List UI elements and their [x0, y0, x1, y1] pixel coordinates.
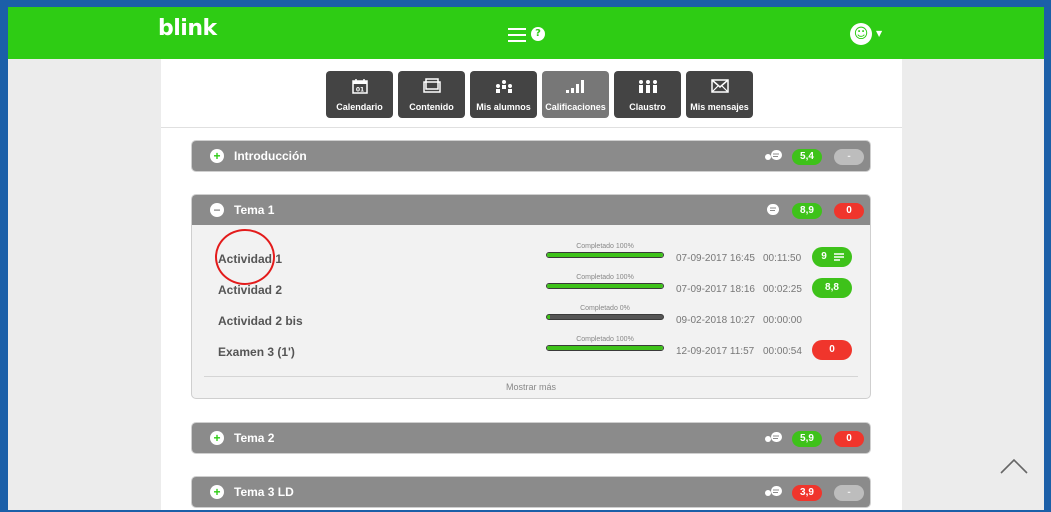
grade-badge: - — [834, 149, 864, 165]
progress-bar — [546, 252, 664, 258]
progress-label: Completado 100% — [576, 336, 634, 343]
expand-plus-icon[interactable]: + — [210, 431, 224, 445]
nav-mis-mensajes-button[interactable]: Mis mensajes — [686, 71, 753, 118]
grade-badge: 0 — [834, 203, 864, 219]
activity-row[interactable]: Examen 3 (1') Completado 100% 12-09-2017… — [192, 336, 870, 368]
nav-label: Contenido — [409, 102, 454, 112]
collapse-minus-icon[interactable]: − — [210, 203, 224, 217]
comment-icon[interactable] — [764, 203, 782, 217]
activity-time: 00:11:50 — [763, 253, 802, 264]
grade-pill[interactable]: 8,8 — [812, 278, 852, 298]
comment-add-icon[interactable] — [764, 431, 782, 445]
section-title: Tema 1 — [234, 203, 275, 217]
nav-label: Claustro — [629, 102, 666, 112]
nav-label: Calificaciones — [545, 102, 606, 112]
activity-name[interactable]: Actividad 2 bis — [218, 314, 303, 328]
section-panel: + Tema 2 5,9 0 — [191, 422, 871, 454]
calendar-icon: 01 — [351, 79, 368, 94]
students-icon — [495, 80, 512, 93]
nav-calendario-button[interactable]: 01 Calendario — [326, 71, 393, 118]
scroll-to-top-icon[interactable] — [999, 455, 1029, 475]
section-header[interactable]: − Tema 1 8,9 0 — [192, 195, 870, 225]
progress-bar — [546, 283, 664, 289]
help-icon[interactable]: ? — [531, 27, 545, 41]
content-icon — [422, 78, 441, 93]
activity-row[interactable]: Actividad 2 bis Completado 0% 09-02-2018… — [192, 305, 870, 337]
activity-time: 00:00:54 — [763, 346, 802, 357]
section-panel: − Tema 1 8,9 0 Actividad 1 Completado 10… — [191, 194, 871, 399]
activity-row[interactable]: Actividad 1 Completado 100% 07-09-2017 1… — [192, 243, 870, 275]
section-panel: + Tema 3 LD 3,9 - — [191, 476, 871, 508]
comment-lines-icon — [834, 253, 844, 261]
divider — [161, 127, 902, 128]
activity-date: 12-09-2017 11:57 — [676, 346, 755, 357]
nav-claustro-button[interactable]: Claustro — [614, 71, 681, 118]
divider — [204, 376, 858, 377]
progress: Completado 100% — [546, 274, 664, 289]
progress: Completado 0% — [546, 305, 664, 320]
top-bar: blink ? ☺ ▼ — [8, 7, 1044, 59]
grade-badge: 0 — [834, 431, 864, 447]
annotation-circle — [215, 229, 275, 285]
grade-badge: 8,9 — [792, 203, 822, 219]
nav-label: Calendario — [336, 102, 383, 112]
progress-label: Completado 100% — [576, 274, 634, 281]
expand-plus-icon[interactable]: + — [210, 485, 224, 499]
grade-badge: 5,9 — [792, 431, 822, 447]
activity-time: 00:00:00 — [763, 315, 802, 326]
activity-date: 07-09-2017 18:16 — [676, 284, 755, 295]
envelope-icon — [710, 79, 729, 93]
grades-icon — [565, 80, 584, 93]
section-header[interactable]: + Introducción 5,4 - — [192, 141, 870, 171]
section-title: Introducción — [234, 149, 307, 163]
activity-date: 09-02-2018 10:27 — [676, 315, 755, 326]
progress-bar — [546, 345, 664, 351]
section-header[interactable]: + Tema 3 LD 3,9 - — [192, 477, 870, 507]
staff-icon — [638, 80, 657, 93]
progress: Completado 100% — [546, 336, 664, 351]
nav-mis-alumnos-button[interactable]: Mis alumnos — [470, 71, 537, 118]
progress-label: Completado 100% — [576, 243, 634, 250]
section-header[interactable]: + Tema 2 5,9 0 — [192, 423, 870, 453]
main-content: 01 Calendario Contenido Mis alumnos Cali… — [161, 59, 902, 510]
chevron-down-icon[interactable]: ▼ — [876, 29, 882, 38]
nav-label: Mis mensajes — [690, 102, 749, 112]
activity-row[interactable]: Actividad 2 Completado 100% 07-09-2017 1… — [192, 274, 870, 306]
grade-pill[interactable]: 0 — [812, 340, 852, 360]
logo[interactable]: blink — [158, 16, 217, 41]
comment-add-icon[interactable] — [764, 149, 782, 163]
grade-badge: 5,4 — [792, 149, 822, 165]
avatar[interactable]: ☺ — [850, 23, 872, 45]
grade-pill[interactable]: 9 — [812, 247, 852, 267]
grade-badge: 3,9 — [792, 485, 822, 501]
hamburger-menu-icon[interactable] — [508, 28, 526, 42]
calendar-day: 01 — [355, 87, 363, 94]
expand-plus-icon[interactable]: + — [210, 149, 224, 163]
grade-value: 9 — [821, 251, 827, 262]
section-nav: 01 Calendario Contenido Mis alumnos Cali… — [161, 59, 902, 127]
section-title: Tema 3 LD — [234, 485, 294, 499]
section-title: Tema 2 — [234, 431, 275, 445]
activity-date: 07-09-2017 16:45 — [676, 253, 755, 264]
activity-name[interactable]: Examen 3 (1') — [218, 345, 295, 359]
activity-time: 00:02:25 — [763, 284, 802, 295]
nav-contenido-button[interactable]: Contenido — [398, 71, 465, 118]
nav-calificaciones-button[interactable]: Calificaciones — [542, 71, 609, 118]
progress-bar — [546, 314, 664, 320]
show-more-link[interactable]: Mostrar más — [192, 382, 870, 392]
activity-name[interactable]: Actividad 2 — [218, 283, 282, 297]
progress-label: Completado 0% — [580, 305, 630, 312]
progress: Completado 100% — [546, 243, 664, 258]
comment-add-icon[interactable] — [764, 485, 782, 499]
section-panel: + Introducción 5,4 - — [191, 140, 871, 172]
nav-label: Mis alumnos — [476, 102, 531, 112]
grade-badge: - — [834, 485, 864, 501]
app-window: blink ? ☺ ▼ 01 Calendario Contenido Mis … — [8, 7, 1044, 510]
